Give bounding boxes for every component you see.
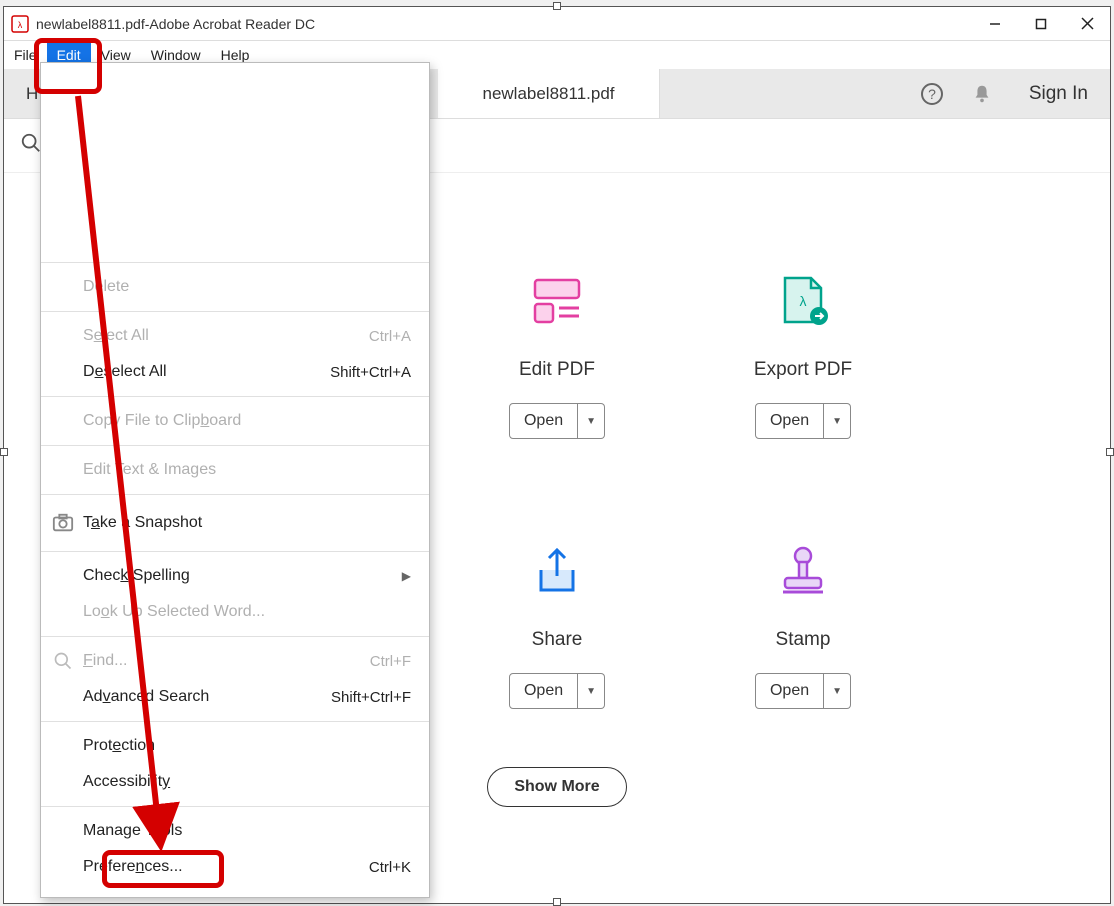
tool-label: Stamp (776, 629, 831, 651)
tool-share: Share Open ▼ (434, 467, 680, 737)
open-dropdown[interactable]: ▼ (578, 403, 605, 439)
menu-copy-clipboard: Copy File to Clipboard (41, 403, 429, 439)
maximize-button[interactable] (1018, 7, 1064, 41)
menu-check-spelling[interactable]: Check Spelling ▶ (41, 558, 429, 594)
stamp-icon (768, 537, 838, 607)
menu-advanced-search[interactable]: Advanced Search Shift+Ctrl+F (41, 679, 429, 715)
menu-delete: Delete (41, 269, 429, 305)
menu-take-snapshot[interactable]: Take a Snapshot (41, 501, 429, 545)
tool-label: Edit PDF (519, 359, 595, 381)
tool-label: Share (532, 629, 583, 651)
submenu-arrow-icon: ▶ (402, 569, 411, 583)
menu-deselect-all[interactable]: Deselect All Shift+Ctrl+A (41, 354, 429, 390)
open-dropdown[interactable]: ▼ (578, 673, 605, 709)
open-button[interactable]: Open (755, 403, 824, 439)
menu-top-section (41, 63, 429, 263)
export-pdf-icon: λ (768, 267, 838, 337)
tool-label: Export PDF (754, 359, 852, 381)
search-icon (51, 649, 75, 673)
open-dropdown[interactable]: ▼ (824, 403, 851, 439)
selection-handle (0, 448, 8, 456)
svg-text:λ: λ (18, 20, 23, 30)
edit-pdf-icon (522, 267, 592, 337)
camera-icon (51, 511, 75, 535)
menu-protection[interactable]: Protection (41, 728, 429, 764)
open-button[interactable]: Open (509, 403, 578, 439)
close-button[interactable] (1064, 7, 1110, 41)
menu-preferences[interactable]: Preferences... Ctrl+K (41, 849, 429, 885)
share-icon (522, 537, 592, 607)
open-dropdown[interactable]: ▼ (824, 673, 851, 709)
tool-stamp: Stamp Open ▼ (680, 467, 926, 737)
open-button[interactable]: Open (509, 673, 578, 709)
menu-find: Find... Ctrl+F (41, 643, 429, 679)
menu-select-all: Select All Ctrl+A (41, 318, 429, 354)
pdf-app-icon: λ (10, 14, 30, 34)
selection-handle (1106, 448, 1114, 456)
minimize-button[interactable] (972, 7, 1018, 41)
selection-handle (553, 898, 561, 906)
open-button[interactable]: Open (755, 673, 824, 709)
titlebar: λ newlabel8811.pdf - Adobe Acrobat Reade… (4, 7, 1110, 41)
window-title-app: Adobe Acrobat Reader DC (149, 16, 315, 32)
menu-accessibility[interactable]: Accessibility (41, 764, 429, 800)
sign-in-link[interactable]: Sign In (1007, 69, 1110, 118)
edit-menu-dropdown: Delete Select All Ctrl+A Deselect All Sh… (40, 62, 430, 898)
tool-export-pdf: λ Export PDF Open ▼ (680, 197, 926, 467)
menu-edit-text-images: Edit Text & Images (41, 452, 429, 488)
svg-text:λ: λ (800, 293, 807, 309)
tool-edit-pdf: Edit PDF Open ▼ (434, 197, 680, 467)
bell-icon[interactable] (957, 69, 1007, 118)
svg-text:?: ? (928, 86, 936, 102)
selection-handle (553, 2, 561, 10)
window-title-doc: newlabel8811.pdf (36, 16, 145, 32)
menu-lookup-word: Look Up Selected Word... (41, 594, 429, 630)
tab-document[interactable]: newlabel8811.pdf (438, 69, 660, 118)
menu-manage-tools[interactable]: Manage Tools (41, 813, 429, 849)
help-icon[interactable]: ? (907, 69, 957, 118)
show-more-button[interactable]: Show More (487, 767, 626, 807)
search-icon[interactable] (20, 132, 42, 159)
